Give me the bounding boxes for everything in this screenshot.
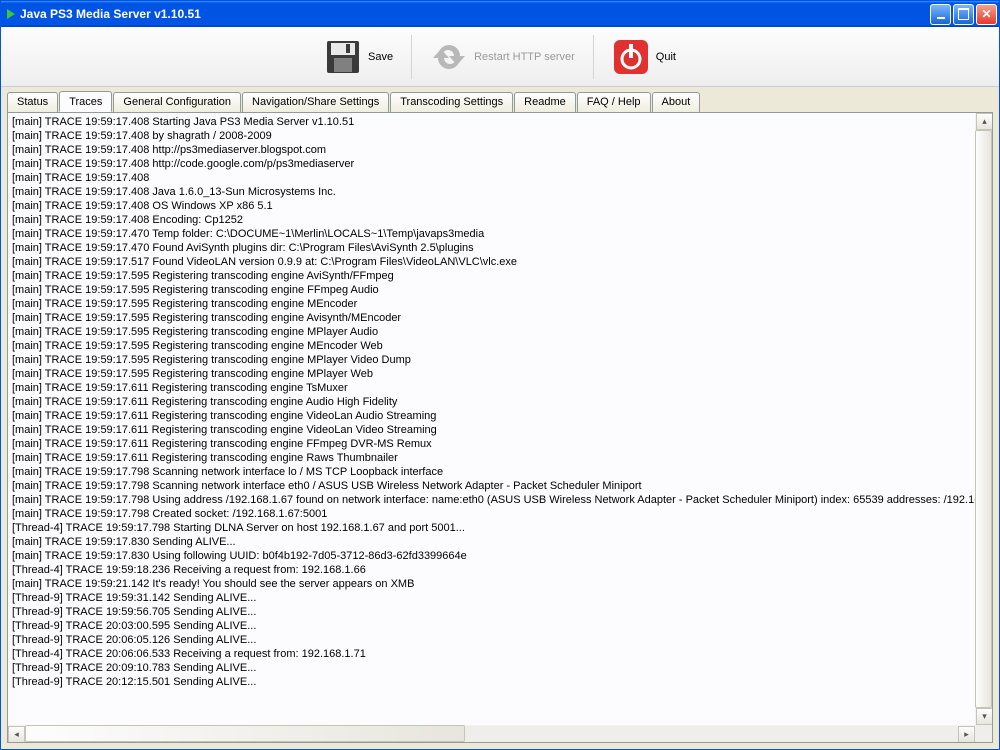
log-line: [main] TRACE 19:59:17.830 Sending ALIVE.… xyxy=(12,535,988,549)
maximize-button[interactable] xyxy=(953,4,974,25)
scroll-right-button[interactable]: ▸ xyxy=(958,726,975,742)
log-line: [Thread-4] TRACE 20:06:06.533 Receiving … xyxy=(12,647,988,661)
tab-navigation-share-settings[interactable]: Navigation/Share Settings xyxy=(242,92,389,113)
log-line: [Thread-9] TRACE 19:59:31.142 Sending AL… xyxy=(12,591,988,605)
log-line: [main] TRACE 19:59:17.595 Registering tr… xyxy=(12,283,988,297)
tab-readme[interactable]: Readme xyxy=(514,92,576,113)
log-line: [main] TRACE 19:59:17.408 by shagrath / … xyxy=(12,129,988,143)
log-line: [Thread-9] TRACE 20:06:05.126 Sending AL… xyxy=(12,633,988,647)
content-panel: [main] TRACE 19:59:17.408 Starting Java … xyxy=(7,112,993,743)
vertical-scroll-thumb[interactable] xyxy=(975,130,992,708)
log-line: [main] TRACE 19:59:17.408 Starting Java … xyxy=(12,115,988,129)
log-line: [main] TRACE 19:59:17.611 Registering tr… xyxy=(12,437,988,451)
restart-icon xyxy=(430,38,468,76)
log-line: [main] TRACE 19:59:17.830 Using followin… xyxy=(12,549,988,563)
scroll-down-button[interactable]: ▾ xyxy=(976,708,992,725)
log-line: [Thread-4] TRACE 19:59:17.798 Starting D… xyxy=(12,521,988,535)
scroll-track[interactable] xyxy=(25,726,958,742)
log-line: [main] TRACE 19:59:17.595 Registering tr… xyxy=(12,325,988,339)
log-line: [main] TRACE 19:59:17.611 Registering tr… xyxy=(12,451,988,465)
scrollbar-corner xyxy=(975,725,992,742)
log-line: [main] TRACE 19:59:17.595 Registering tr… xyxy=(12,311,988,325)
app-window: Java PS3 Media Server v1.10.51 Save Rest… xyxy=(0,0,1000,750)
log-line: [main] TRACE 19:59:17.595 Registering tr… xyxy=(12,297,988,311)
log-line: [Thread-9] TRACE 20:12:15.501 Sending AL… xyxy=(12,675,988,689)
tab-faq-help[interactable]: FAQ / Help xyxy=(577,92,651,113)
horizontal-scrollbar[interactable]: ◂ ▸ xyxy=(8,725,975,742)
log-line: [main] TRACE 19:59:17.517 Found VideoLAN… xyxy=(12,255,988,269)
log-line: [main] TRACE 19:59:17.798 Scanning netwo… xyxy=(12,479,988,493)
restart-button[interactable]: Restart HTTP server xyxy=(420,34,585,80)
minimize-button[interactable] xyxy=(930,4,951,25)
log-line: [main] TRACE 19:59:17.595 Registering tr… xyxy=(12,367,988,381)
log-line: [main] TRACE 19:59:17.595 Registering tr… xyxy=(12,353,988,367)
app-icon xyxy=(7,9,15,19)
log-line: [main] TRACE 19:59:17.408 http://code.go… xyxy=(12,157,988,171)
tab-status[interactable]: Status xyxy=(7,92,58,113)
scroll-up-button[interactable]: ▴ xyxy=(976,113,992,130)
save-label: Save xyxy=(368,51,393,63)
separator xyxy=(593,35,594,79)
tabstrip: StatusTracesGeneral ConfigurationNavigat… xyxy=(1,87,999,112)
quit-button[interactable]: Quit xyxy=(602,34,686,80)
log-line: [main] TRACE 19:59:17.408 Encoding: Cp12… xyxy=(12,213,988,227)
power-icon xyxy=(612,38,650,76)
tabs: StatusTracesGeneral ConfigurationNavigat… xyxy=(7,91,993,112)
horizontal-scroll-thumb[interactable] xyxy=(25,725,465,742)
log-line: [main] TRACE 19:59:21.142 It's ready! Yo… xyxy=(12,577,988,591)
log-area[interactable]: [main] TRACE 19:59:17.408 Starting Java … xyxy=(8,113,992,742)
window-controls xyxy=(930,4,997,25)
log-line: [Thread-9] TRACE 20:09:10.783 Sending AL… xyxy=(12,661,988,675)
log-line: [main] TRACE 19:59:17.611 Registering tr… xyxy=(12,423,988,437)
log-line: [main] TRACE 19:59:17.595 Registering tr… xyxy=(12,269,988,283)
log-line: [main] TRACE 19:59:17.798 Using address … xyxy=(12,493,988,507)
vertical-scrollbar[interactable]: ▴ ▾ xyxy=(975,113,992,725)
log-line: [main] TRACE 19:59:17.798 Scanning netwo… xyxy=(12,465,988,479)
log-line: [main] TRACE 19:59:17.408 xyxy=(12,171,988,185)
save-button[interactable]: Save xyxy=(314,34,403,80)
log-line: [main] TRACE 19:59:17.408 Java 1.6.0_13-… xyxy=(12,185,988,199)
log-line: [main] TRACE 19:59:17.611 Registering tr… xyxy=(12,395,988,409)
tab-about[interactable]: About xyxy=(652,92,701,113)
tab-transcoding-settings[interactable]: Transcoding Settings xyxy=(390,92,513,113)
log-line: [main] TRACE 19:59:17.611 Registering tr… xyxy=(12,381,988,395)
log-text[interactable]: [main] TRACE 19:59:17.408 Starting Java … xyxy=(8,113,992,742)
restart-label: Restart HTTP server xyxy=(474,51,575,63)
log-line: [Thread-9] TRACE 19:59:56.705 Sending AL… xyxy=(12,605,988,619)
log-line: [Thread-4] TRACE 19:59:18.236 Receiving … xyxy=(12,563,988,577)
close-button[interactable] xyxy=(976,4,997,25)
tab-general-configuration[interactable]: General Configuration xyxy=(113,92,241,113)
separator xyxy=(411,35,412,79)
tab-traces[interactable]: Traces xyxy=(59,91,112,112)
toolbar: Save Restart HTTP server Quit xyxy=(1,27,999,87)
scroll-left-button[interactable]: ◂ xyxy=(8,726,25,742)
log-line: [main] TRACE 19:59:17.408 http://ps3medi… xyxy=(12,143,988,157)
log-line: [Thread-9] TRACE 20:03:00.595 Sending AL… xyxy=(12,619,988,633)
window-title: Java PS3 Media Server v1.10.51 xyxy=(20,7,930,21)
log-line: [main] TRACE 19:59:17.798 Created socket… xyxy=(12,507,988,521)
log-line: [main] TRACE 19:59:17.470 Temp folder: C… xyxy=(12,227,988,241)
quit-label: Quit xyxy=(656,51,676,63)
titlebar: Java PS3 Media Server v1.10.51 xyxy=(1,1,999,27)
log-line: [main] TRACE 19:59:17.611 Registering tr… xyxy=(12,409,988,423)
log-line: [main] TRACE 19:59:17.595 Registering tr… xyxy=(12,339,988,353)
log-line: [main] TRACE 19:59:17.408 OS Windows XP … xyxy=(12,199,988,213)
log-line: [main] TRACE 19:59:17.470 Found AviSynth… xyxy=(12,241,988,255)
floppy-disk-icon xyxy=(324,38,362,76)
